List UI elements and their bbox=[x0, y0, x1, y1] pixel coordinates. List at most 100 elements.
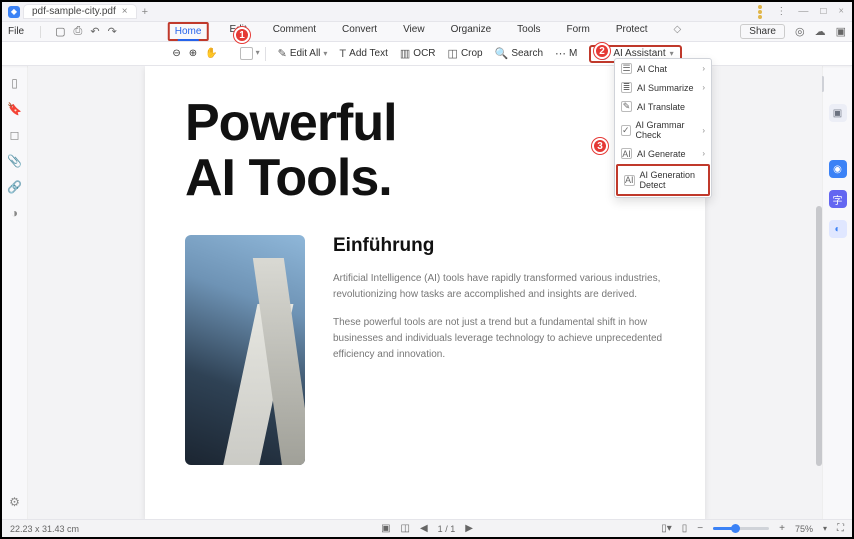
document-tab[interactable]: pdf-sample-city.pdf × bbox=[24, 5, 136, 18]
chevron-down-icon: ▾ bbox=[670, 49, 674, 58]
annotation-2: 2 bbox=[594, 43, 610, 59]
share-button[interactable]: Share bbox=[740, 24, 785, 39]
fit-page-icon[interactable]: ▯▾ bbox=[661, 523, 672, 534]
new-tab-button[interactable]: + bbox=[142, 6, 148, 18]
search-icon: 🔍 bbox=[495, 47, 509, 60]
page-indicator[interactable]: 1 / 1 bbox=[438, 524, 456, 534]
page-dimensions: 22.23 x 31.43 cm bbox=[10, 524, 79, 534]
scrollbar-thumb[interactable] bbox=[816, 206, 822, 466]
ai-summarize-item[interactable]: ≣AI Summarize› bbox=[615, 78, 711, 97]
more-icon: ⋯ bbox=[555, 47, 566, 60]
left-sidebar: ▯ 🔖 ◻ 📎 🔗 ◑ ⚙ bbox=[2, 66, 28, 519]
print-icon[interactable]: ⎙ bbox=[74, 25, 83, 38]
crop-icon: ◫ bbox=[448, 47, 458, 60]
add-text-button[interactable]: TAdd Text bbox=[339, 48, 387, 60]
ribbon-view[interactable]: View bbox=[398, 22, 430, 41]
ai-grammar-item[interactable]: ✓AI Grammar Check› bbox=[615, 116, 711, 144]
right-sidebar: ▣ ◉ 字 ◐ bbox=[822, 66, 852, 519]
ocr-icon: ▥ bbox=[400, 47, 410, 60]
prev-page-icon[interactable]: ◀ bbox=[420, 523, 428, 534]
fullscreen-icon[interactable]: ⛶ bbox=[837, 523, 844, 534]
annotation-3: 3 bbox=[592, 138, 608, 154]
detect-icon: AI bbox=[624, 175, 635, 186]
text-icon: T bbox=[339, 48, 346, 60]
grammar-icon: ✓ bbox=[621, 125, 631, 136]
chat-icon: ☰ bbox=[621, 63, 632, 74]
file-menu[interactable]: File bbox=[8, 26, 24, 37]
minimize-button[interactable]: — bbox=[796, 6, 810, 17]
zoom-out-icon[interactable]: ⊖ bbox=[172, 48, 180, 59]
hand-tool-icon[interactable]: ✋ bbox=[205, 48, 217, 59]
view-mode-icon[interactable]: ▣ bbox=[381, 523, 390, 534]
next-page-icon[interactable]: ▶ bbox=[465, 523, 473, 534]
collapse-ribbon-icon[interactable]: ▣ bbox=[836, 25, 846, 38]
chevron-right-icon: › bbox=[702, 149, 705, 158]
window-settings-icon[interactable]: ⋮ bbox=[774, 6, 788, 17]
app-logo-icon: ◆ bbox=[8, 6, 20, 18]
ribbon-lightbulb-icon[interactable]: ◇ bbox=[669, 22, 687, 41]
color-picker[interactable] bbox=[240, 47, 253, 60]
toolbar: ⊖ ⊕ ✋ ✎Edit All▾ TAdd Text ▥OCR ◫Crop 🔍S… bbox=[2, 42, 852, 66]
ai-chat-item[interactable]: ☰AI Chat› bbox=[615, 59, 711, 78]
more-button[interactable]: ⋯M bbox=[555, 47, 577, 60]
undo-icon[interactable]: ↶ bbox=[90, 25, 99, 38]
crop-button[interactable]: ◫Crop bbox=[448, 47, 483, 60]
settings-icon[interactable]: ⚙ bbox=[9, 495, 20, 509]
attachments-icon[interactable]: 📎 bbox=[7, 154, 22, 168]
ai-detect-panel-icon[interactable]: ◐ bbox=[829, 220, 847, 238]
ai-translate-panel-icon[interactable]: 字 bbox=[829, 190, 847, 208]
zoom-slider[interactable] bbox=[713, 527, 769, 530]
menu-bar: File ▢ ⎙ ↶ ↷ Home Edit Comment Convert V… bbox=[2, 22, 852, 42]
zoom-out-status-icon[interactable]: − bbox=[697, 523, 703, 534]
close-window-button[interactable]: × bbox=[836, 6, 846, 17]
ocr-button[interactable]: ▥OCR bbox=[400, 47, 436, 60]
open-icon[interactable]: ▢ bbox=[55, 25, 65, 38]
pencil-icon: ✎ bbox=[278, 47, 287, 60]
traffic-lights-icon[interactable] bbox=[758, 10, 762, 14]
cloud-icon[interactable]: ☁ bbox=[815, 25, 826, 38]
ribbon-protect[interactable]: Protect bbox=[611, 22, 653, 41]
reading-mode-icon[interactable]: ◫ bbox=[401, 523, 410, 534]
ai-chat-panel-icon[interactable]: ◉ bbox=[829, 160, 847, 178]
body-paragraph: These powerful tools are not just a tren… bbox=[333, 315, 665, 363]
thumbnails-icon[interactable]: ▯ bbox=[11, 76, 18, 90]
ribbon-home[interactable]: Home bbox=[168, 22, 209, 41]
ai-assistant-dropdown: ☰AI Chat› ≣AI Summarize› ✎AI Translate ✓… bbox=[614, 58, 712, 198]
ai-translate-item[interactable]: ✎AI Translate bbox=[615, 97, 711, 116]
translate-icon: ✎ bbox=[621, 101, 632, 112]
single-page-icon[interactable]: ▯ bbox=[682, 523, 688, 534]
edit-all-button[interactable]: ✎Edit All▾ bbox=[278, 47, 328, 60]
zoom-level[interactable]: 75% bbox=[795, 524, 813, 534]
layers-icon[interactable]: ◑ bbox=[11, 206, 18, 220]
chevron-right-icon: › bbox=[702, 83, 705, 92]
ai-generation-detect-item[interactable]: AIAI Generation Detect bbox=[616, 164, 710, 196]
close-tab-icon[interactable]: × bbox=[122, 6, 128, 17]
maximize-button[interactable]: □ bbox=[818, 6, 828, 17]
tab-title: pdf-sample-city.pdf bbox=[32, 6, 116, 17]
summarize-icon: ≣ bbox=[621, 82, 632, 93]
ribbon-form[interactable]: Form bbox=[562, 22, 595, 41]
zoom-in-icon[interactable]: ⊕ bbox=[189, 48, 197, 59]
ribbon-organize[interactable]: Organize bbox=[446, 22, 497, 41]
format-panel-icon[interactable]: ▣ bbox=[829, 104, 847, 122]
zoom-in-status-icon[interactable]: + bbox=[779, 523, 785, 534]
ai-generate-item[interactable]: AIAI Generate› bbox=[615, 144, 711, 163]
title-bar: ◆ pdf-sample-city.pdf × + ⋮ — □ × bbox=[2, 2, 852, 22]
redo-icon[interactable]: ↷ bbox=[108, 25, 117, 38]
chevron-right-icon: › bbox=[702, 126, 705, 135]
doc-image bbox=[185, 235, 305, 465]
body-paragraph: Artificial Intelligence (AI) tools have … bbox=[333, 271, 665, 303]
account-icon[interactable]: ◎ bbox=[795, 25, 805, 38]
outline-icon[interactable]: ◻ bbox=[10, 128, 20, 142]
ribbon-convert[interactable]: Convert bbox=[337, 22, 382, 41]
ribbon-tools[interactable]: Tools bbox=[512, 22, 545, 41]
status-bar: 22.23 x 31.43 cm ▣ ◫ ◀ 1 / 1 ▶ ▯▾ ▯ − + … bbox=[2, 519, 852, 537]
bookmarks-icon[interactable]: 🔖 bbox=[7, 102, 22, 116]
links-icon[interactable]: 🔗 bbox=[7, 180, 22, 194]
search-button[interactable]: 🔍Search bbox=[495, 47, 543, 60]
vertical-scrollbar[interactable] bbox=[816, 86, 822, 497]
annotation-1: 1 bbox=[234, 27, 250, 43]
section-heading: Einführung bbox=[333, 235, 665, 257]
ribbon-comment[interactable]: Comment bbox=[268, 22, 321, 41]
generate-icon: AI bbox=[621, 148, 632, 159]
